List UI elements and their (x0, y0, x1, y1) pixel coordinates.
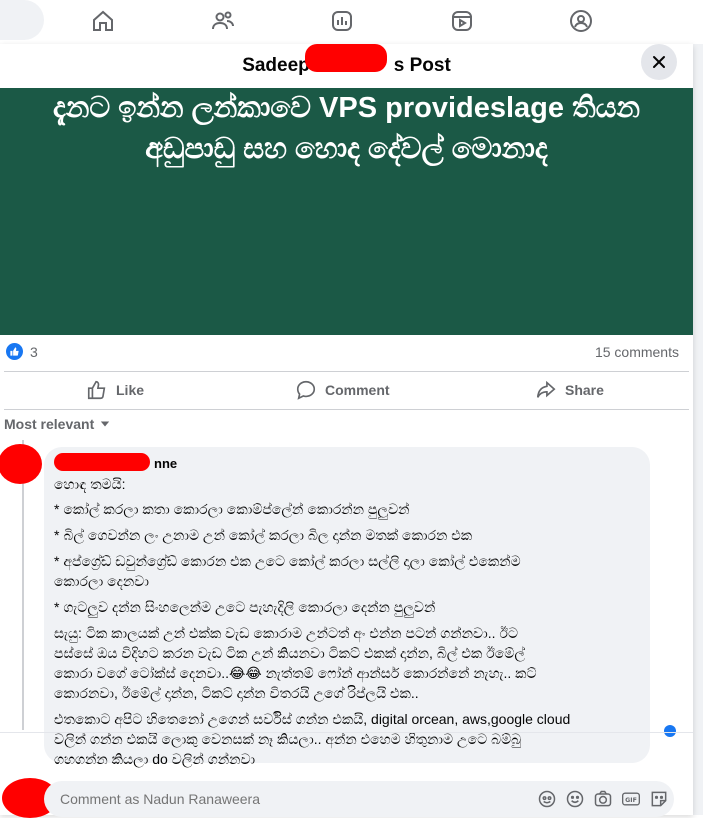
comment-button[interactable]: Comment (295, 372, 390, 408)
redaction-mark (54, 453, 150, 471)
gif-icon[interactable]: GIF (620, 788, 642, 810)
post-modal: Sadeep s Post දැනට ඉන්න ලන්කාවෙ VPS provi… (0, 44, 693, 818)
share-label: Share (565, 382, 604, 398)
close-icon (653, 56, 665, 68)
like-reaction-icon[interactable] (6, 343, 23, 360)
sticker-icon[interactable] (648, 788, 670, 810)
comment-author[interactable]: nne (154, 454, 177, 474)
like-count[interactable]: 3 (30, 344, 38, 360)
emoji-icon[interactable] (564, 788, 586, 810)
video-icon[interactable] (449, 8, 475, 34)
friends-icon[interactable] (210, 8, 236, 34)
like-button[interactable]: Like (86, 372, 144, 408)
comment-line: හොඳ තමයි: (54, 476, 126, 492)
home-icon[interactable] (90, 8, 116, 34)
redaction-mark (305, 44, 387, 72)
share-button[interactable]: Share (535, 372, 604, 408)
camera-icon[interactable] (592, 788, 614, 810)
comment-line: ගහගන්න කියලා do වලින් ගන්නවා (54, 751, 256, 767)
post-stats: 3 15 comments (0, 335, 693, 365)
title-prefix: Sadeep (242, 55, 310, 76)
new-comment-indicator (664, 725, 676, 737)
thumbs-up-icon (87, 380, 106, 400)
post-actions: Like Comment Share (0, 372, 693, 408)
comment-input[interactable] (58, 790, 362, 808)
comments-count[interactable]: 15 comments (595, 344, 679, 360)
comment-label: Comment (325, 382, 390, 398)
comment-line: * බිල් ගෙවන්න ලං උනාම උන් කෝල් කරලා බිල … (54, 527, 473, 543)
share-icon (536, 380, 556, 398)
title-suffix: s Post (393, 55, 451, 76)
comment-line: එතකොට අපිට හිතෙනෝ උගෙන් සර්විස් ගන්න එකය… (54, 711, 571, 727)
post-banner: දැනට ඉන්න ලන්කාවෙ VPS provideslage තියන … (0, 88, 693, 335)
avatar[interactable] (0, 444, 42, 484)
comment-bubble: nne හොඳ තමයි: * කෝල් කරලා කතා කොරලා කොම්… (44, 447, 650, 767)
close-button[interactable] (641, 44, 677, 80)
top-nav (0, 0, 703, 45)
divider (0, 732, 693, 733)
comment-composer[interactable]: GIF (44, 781, 674, 817)
caret-down-icon (101, 421, 110, 427)
filter-label: Most relevant (4, 416, 95, 432)
comment-line: කොරනවා, ඊමේල් දාන්න, ටිකට් දාන්න විතරයි … (54, 685, 419, 701)
comment-line: * කෝල් කරලා කතා කොරලා කොම්ප්ලේන් කොරන්න … (54, 501, 410, 517)
search-box-stub[interactable] (0, 0, 44, 40)
divider (4, 409, 689, 410)
feeds-icon[interactable] (329, 8, 355, 34)
comment-icon (296, 380, 316, 400)
like-label: Like (116, 382, 145, 398)
comment-filter[interactable]: Most relevant (4, 416, 110, 432)
comment-line: පස්සේ ඔය විදිහට කරන වැඩ ටික උන් කියනවා ට… (54, 645, 525, 661)
comment-line: සැයු: ටික කාලයක් උන් එක්ක වැඩ කොරාම උන්ට… (54, 625, 519, 641)
comment-line: කොරලා දෙනවා (54, 573, 149, 589)
comment-line: * ගැටලුව දන්න සිංහලෙන්ම උටෙ පැහැදිලි කොර… (54, 599, 436, 615)
banner-text: දැනට ඉන්න ලන්කාවෙ VPS provideslage තියන … (52, 92, 641, 165)
groups-icon[interactable] (568, 8, 594, 34)
comment-line: කොරා වගේ ටෝක්ස් දෙනවා..😂😂 නැත්තම් ෆෝන් ආ… (54, 665, 537, 681)
avatar-sticker-icon[interactable] (536, 788, 558, 810)
comment-line: * අප්ග්‍රේඩ් ඩවුන්ග්‍රේඩ් කොරන එක උටෙ කෝ… (54, 553, 521, 569)
svg-text:GIF: GIF (625, 797, 637, 804)
